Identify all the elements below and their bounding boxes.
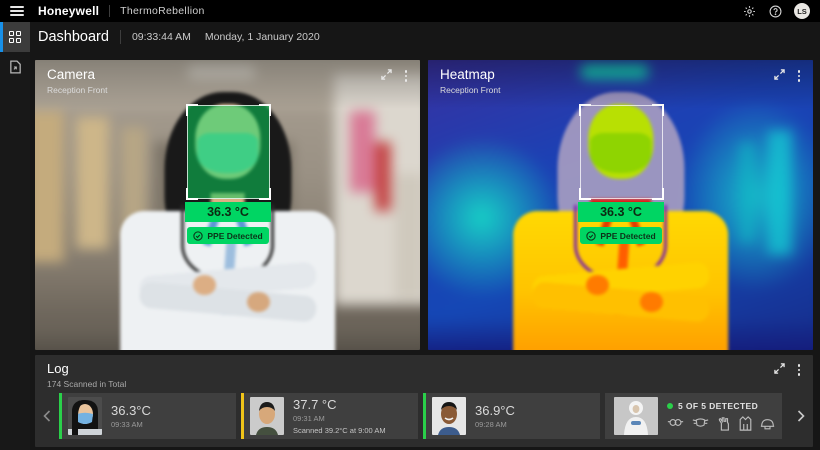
log-title: Log: [47, 361, 126, 376]
log-entry-temperature: 36.9°C: [475, 403, 515, 418]
log-panel: Log 174 Scanned in Total: [35, 355, 813, 447]
log-entry-time: 09:31 AM: [293, 414, 386, 423]
panel-row: Camera Reception Front: [30, 52, 820, 350]
scan-thumbnail-woman-mask: [68, 397, 102, 435]
heatmap-panel-title: Heatmap: [440, 67, 500, 82]
heatmap-face-detection-box: [580, 105, 663, 199]
sidebar-item-dashboard[interactable]: [0, 22, 30, 52]
camera-panel-title: Camera: [47, 67, 107, 82]
check-circle-icon: [586, 231, 596, 241]
product-name: ThermoRebellion: [120, 5, 204, 17]
dashboard-grid-icon: [9, 31, 21, 43]
ppe-mask-icon: [692, 416, 709, 429]
log-entry-temperature: 36.3°C: [111, 403, 151, 418]
sidebar-item-reports[interactable]: [0, 52, 30, 82]
scan-thumbnail-man-smiling: [432, 397, 466, 435]
log-entry-ppe[interactable]: 5 OF 5 DETECTED: [605, 393, 782, 439]
current-date: Monday, 1 January 2020: [205, 31, 320, 43]
user-avatar[interactable]: LS: [794, 3, 810, 19]
log-entry-time: 09:28 AM: [475, 420, 515, 429]
page-header: Dashboard 09:33:44 AM Monday, 1 January …: [30, 22, 820, 52]
log-carousel: 36.3°C 09:33 AM: [35, 393, 813, 439]
scan-thumbnail-ppe-suit: [614, 397, 658, 435]
log-entry-temperature: 37.7 °C: [293, 397, 386, 412]
header-divider: [120, 30, 121, 44]
honeywell-logo: Honeywell: [38, 4, 99, 18]
hamburger-menu-icon[interactable]: [10, 6, 24, 16]
ppe-icon-row: [667, 416, 775, 431]
log-entry[interactable]: 36.9°C 09:28 AM: [423, 393, 600, 439]
heatmap-location: Reception Front: [440, 85, 500, 95]
log-kebab-menu-icon[interactable]: [795, 363, 804, 377]
log-expand-icon[interactable]: [774, 363, 785, 374]
heatmap-expand-icon[interactable]: [774, 69, 785, 80]
ppe-detected-label: 5 OF 5 DETECTED: [678, 401, 758, 411]
scan-thumbnail-man: [250, 397, 284, 435]
ppe-helmet-icon: [760, 416, 775, 430]
camera-location: Reception Front: [47, 85, 107, 95]
ppe-vest-icon: [739, 416, 752, 431]
page-title: Dashboard: [38, 29, 109, 45]
log-entry-time: 09:33 AM: [111, 420, 151, 429]
sidebar: [0, 22, 30, 450]
ppe-gloves-icon: [717, 416, 731, 431]
heatmap-kebab-menu-icon[interactable]: [795, 69, 804, 83]
heatmap-panel: Heatmap Reception Front: [428, 60, 813, 350]
carousel-prev-icon[interactable]: [35, 410, 59, 422]
thermorebellion-app: Honeywell ThermoRebellion LS: [0, 0, 820, 450]
camera-face-detection-box: [187, 105, 270, 199]
check-circle-icon: [193, 231, 203, 241]
log-entry[interactable]: 36.3°C 09:33 AM: [59, 393, 236, 439]
camera-ppe-badge: PPE Detected: [187, 227, 269, 244]
help-icon[interactable]: [768, 4, 782, 18]
ppe-goggles-icon: [667, 416, 684, 429]
log-subtitle: 174 Scanned in Total: [47, 379, 126, 389]
current-time: 09:33:44 AM: [132, 31, 191, 43]
log-entry[interactable]: 37.7 °C 09:31 AM Scanned 39.2°C at 9:00 …: [241, 393, 418, 439]
report-document-icon: [9, 60, 22, 74]
camera-ppe-label: PPE Detected: [207, 231, 262, 241]
ppe-status-dot: [667, 403, 673, 409]
carousel-next-icon[interactable]: [789, 410, 813, 422]
topbar-divider: [109, 5, 110, 17]
heatmap-ppe-badge: PPE Detected: [580, 227, 662, 244]
settings-gear-icon[interactable]: [742, 4, 756, 18]
log-entry-note: Scanned 39.2°C at 9:00 AM: [293, 426, 386, 435]
heatmap-ppe-label: PPE Detected: [600, 231, 655, 241]
camera-panel: Camera Reception Front: [35, 60, 420, 350]
camera-expand-icon[interactable]: [381, 69, 392, 80]
top-bar: Honeywell ThermoRebellion LS: [0, 0, 820, 22]
camera-temperature-readout: 36.3 °C: [185, 202, 271, 222]
main-content: Dashboard 09:33:44 AM Monday, 1 January …: [30, 22, 820, 450]
camera-kebab-menu-icon[interactable]: [402, 69, 411, 83]
heatmap-temperature-readout: 36.3 °C: [578, 202, 664, 222]
